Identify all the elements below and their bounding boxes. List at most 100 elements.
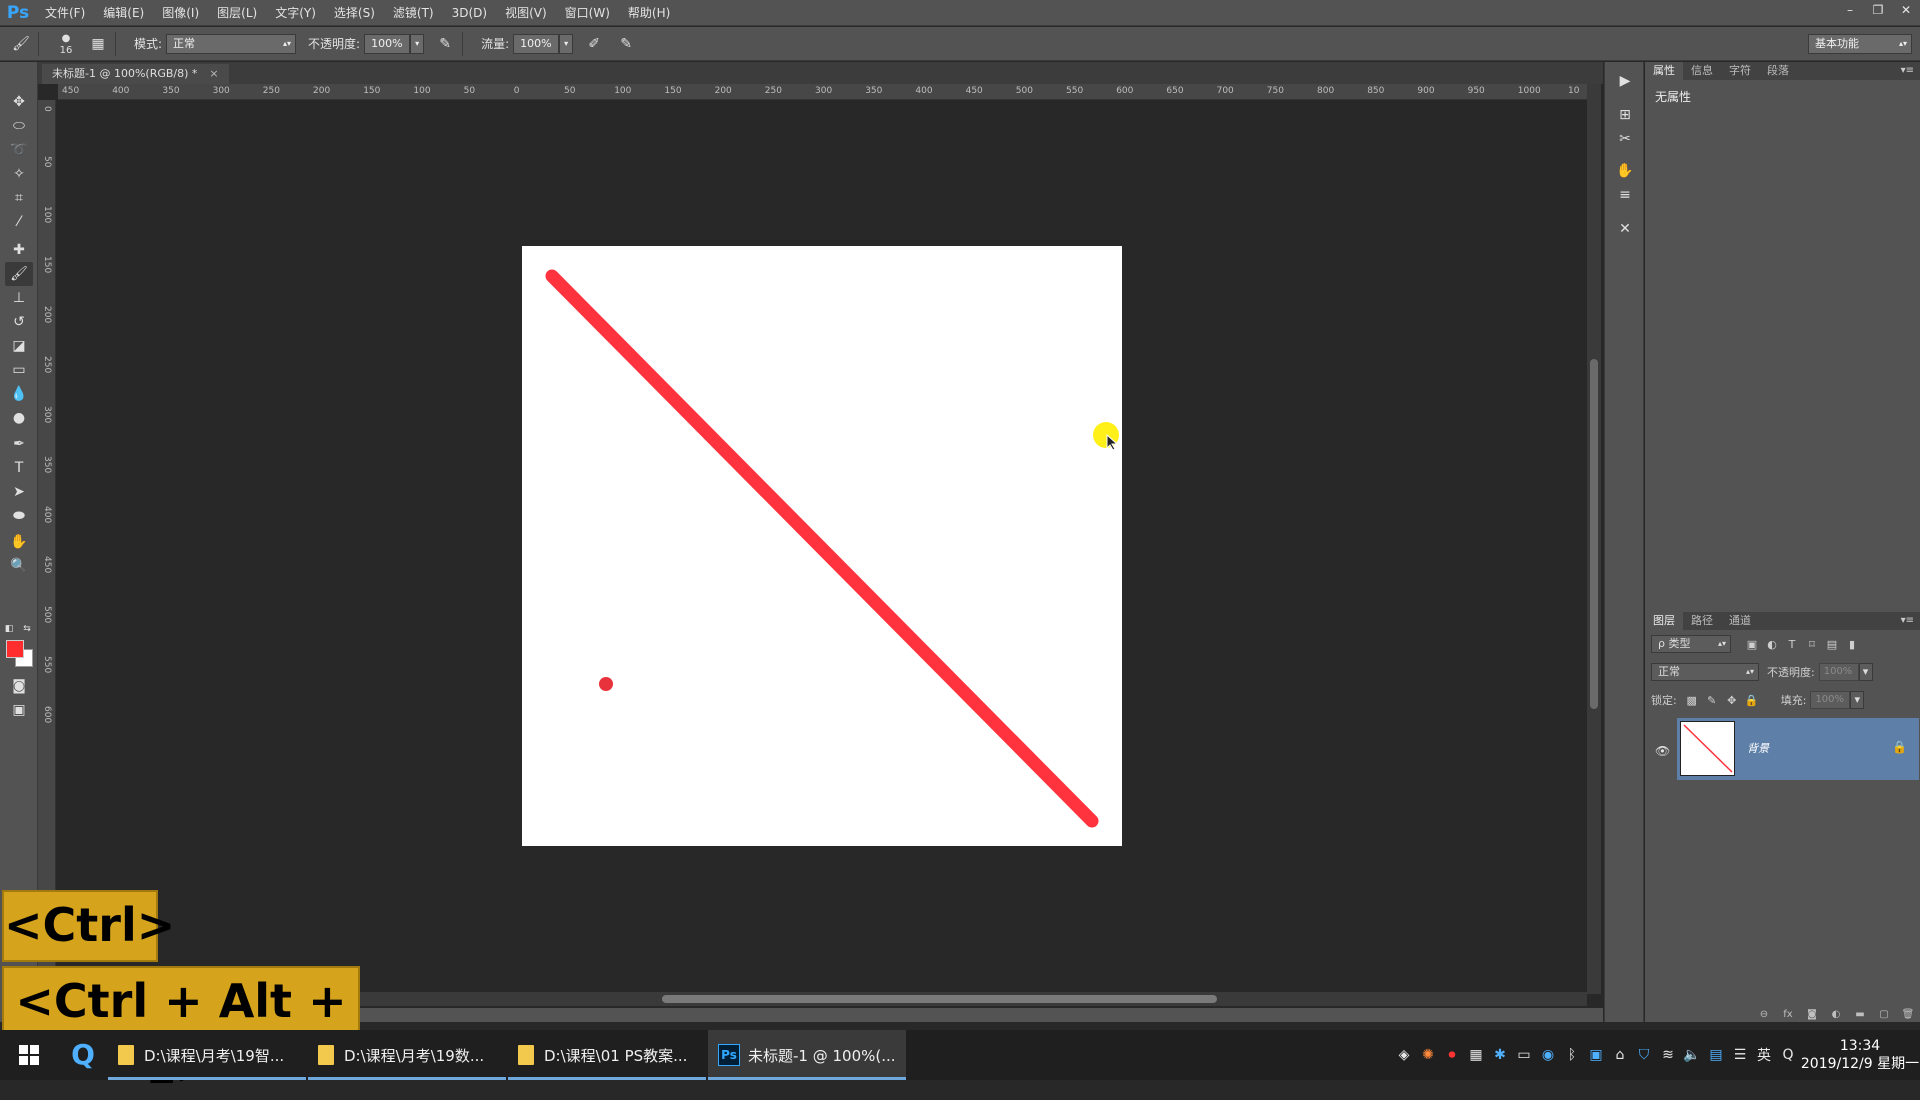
filter-toggle-icon[interactable]: ▮: [1843, 638, 1861, 651]
fill-input[interactable]: 100%: [1810, 691, 1851, 709]
smart-filter-icon[interactable]: ▤: [1823, 638, 1841, 651]
fill-dropdown[interactable]: ▾: [1850, 691, 1865, 709]
horizontal-scroll-thumb[interactable]: [662, 995, 1217, 1003]
trash-icon[interactable]: 🗑: [1896, 1009, 1920, 1020]
bluetooth-icon[interactable]: ᛒ: [1560, 1047, 1584, 1063]
menu-3d[interactable]: 3D(D): [443, 0, 496, 26]
hand-tool-icon[interactable]: ✋: [5, 530, 33, 554]
document-tab[interactable]: 未标题-1 @ 100%(RGB/8) * ×: [42, 64, 229, 84]
new-layer-icon[interactable]: ▢: [1872, 1009, 1896, 1020]
layer-opacity-input[interactable]: 100%: [1818, 663, 1859, 681]
tab-layers[interactable]: 图层: [1645, 612, 1683, 630]
close-icon[interactable]: ×: [209, 67, 218, 80]
layer-filter-select[interactable]: ρ 类型 ▴▾: [1651, 635, 1731, 653]
history-icon[interactable]: ⊞: [1613, 104, 1637, 126]
menu-edit[interactable]: 编辑(E): [94, 0, 153, 26]
volume-icon[interactable]: 🔈: [1680, 1047, 1704, 1063]
pen-tool-icon[interactable]: ✒: [5, 432, 33, 456]
chat-icon[interactable]: ◉: [1536, 1047, 1560, 1063]
brush-size-picker[interactable]: ● 16: [55, 33, 77, 56]
shape-filter-icon[interactable]: ⌑: [1803, 638, 1821, 651]
lock-transparent-icon[interactable]: ▩: [1683, 694, 1701, 707]
menu-type[interactable]: 文字(Y): [266, 0, 325, 26]
network-app-icon[interactable]: ▣: [1584, 1047, 1608, 1063]
pressure-opacity-icon[interactable]: ✎: [434, 33, 456, 55]
taskbar-item-folder-3[interactable]: D:\课程\01 PS教案...: [508, 1030, 706, 1080]
menu-select[interactable]: 选择(S): [325, 0, 384, 26]
ellipse-tool-icon[interactable]: ⬬: [5, 504, 33, 528]
start-button[interactable]: [0, 1030, 58, 1080]
marquee-tool-icon[interactable]: ⬭: [5, 114, 33, 138]
history-brush-tool-icon[interactable]: ↺: [5, 310, 33, 334]
tab-properties[interactable]: 属性: [1645, 62, 1683, 80]
tool-presets-icon[interactable]: ✕: [1613, 218, 1637, 240]
tag-icon[interactable]: ⌂: [1608, 1047, 1632, 1063]
gradient-tool-icon[interactable]: ▭: [5, 358, 33, 382]
eyedropper-tool-icon[interactable]: ⁄: [5, 210, 33, 234]
search-app-icon[interactable]: Q: [58, 1030, 108, 1080]
q-app-icon[interactable]: Q: [1776, 1047, 1800, 1063]
opacity-input[interactable]: 100%: [364, 33, 411, 54]
tab-character[interactable]: 字符: [1721, 62, 1759, 80]
flow-input[interactable]: 100%: [513, 33, 560, 54]
taskbar-item-folder-2[interactable]: D:\课程\月考\19数...: [308, 1030, 506, 1080]
shield-icon[interactable]: ⛉: [1632, 1047, 1656, 1063]
fx-icon[interactable]: fx: [1776, 1009, 1800, 1020]
airbrush-icon[interactable]: ✐: [583, 33, 605, 55]
play-icon[interactable]: ▶: [1613, 70, 1637, 92]
brush-presets-icon[interactable]: ✋: [1613, 160, 1637, 182]
path-select-tool-icon[interactable]: ➤: [5, 480, 33, 504]
minimize-button[interactable]: –: [1836, 0, 1864, 20]
wifi-icon[interactable]: ≋: [1656, 1047, 1680, 1063]
blend-mode-select[interactable]: 正常 ▴▾: [1651, 663, 1759, 681]
brush-preset-icon[interactable]: 🖌: [10, 33, 32, 55]
foreground-color-swatch[interactable]: [6, 640, 24, 658]
taskbar-item-folder-1[interactable]: D:\课程\月考\19智...: [108, 1030, 306, 1080]
vertical-scrollbar[interactable]: [1587, 84, 1601, 994]
tab-paths[interactable]: 路径: [1683, 612, 1721, 630]
menu-window[interactable]: 窗口(W): [556, 0, 619, 26]
mode-select[interactable]: 正常 ▴▾: [166, 33, 297, 54]
gear-flower-icon[interactable]: ✺: [1416, 1047, 1440, 1063]
menu-view[interactable]: 视图(V): [496, 0, 556, 26]
lock-all-icon[interactable]: 🔒: [1743, 694, 1761, 707]
move-tool-icon[interactable]: ✥: [5, 90, 33, 114]
menu-file[interactable]: 文件(F): [36, 0, 94, 26]
lock-pixels-icon[interactable]: ✎: [1703, 694, 1721, 707]
menu-help[interactable]: 帮助(H): [619, 0, 679, 26]
monitor-icon[interactable]: ▭: [1512, 1047, 1536, 1063]
record-icon[interactable]: ⏺: [1440, 1047, 1464, 1063]
adjustment-filter-icon[interactable]: ◐: [1763, 638, 1781, 651]
brush-panel-toggle-icon[interactable]: ▦: [87, 33, 109, 55]
3d-box-icon[interactable]: ◈: [1392, 1047, 1416, 1063]
adjustment-layer-icon[interactable]: ◐: [1824, 1009, 1848, 1020]
visibility-eye-icon[interactable]: 👁: [1655, 744, 1670, 758]
crop-tool-icon[interactable]: ⌗: [5, 186, 33, 210]
adjustments-icon[interactable]: ≡: [1613, 184, 1637, 206]
zoom-tool-icon[interactable]: 🔍: [5, 554, 33, 578]
tab-paragraph[interactable]: 段落: [1759, 62, 1797, 80]
workspace-select[interactable]: 基本功能 ▴▾: [1808, 34, 1912, 54]
panel-menu-icon[interactable]: ▾≡: [1901, 612, 1914, 630]
default-colors-icon[interactable]: ◧: [2, 622, 16, 636]
vertical-scroll-thumb[interactable]: [1590, 359, 1598, 709]
taskbar-item-photoshop[interactable]: Ps 未标题-1 @ 100%(...: [708, 1030, 906, 1080]
star-app-icon[interactable]: ✱: [1488, 1047, 1512, 1063]
menu-image[interactable]: 图像(I): [153, 0, 208, 26]
quick-mask-icon[interactable]: ◙: [5, 674, 33, 698]
lock-position-icon[interactable]: ✥: [1723, 694, 1741, 707]
dodge-tool-icon[interactable]: ●: [5, 406, 33, 430]
layer-row-background[interactable]: 背景 🔒: [1677, 718, 1919, 780]
close-button[interactable]: ✕: [1892, 0, 1920, 20]
eraser-tool-icon[interactable]: ◪: [5, 334, 33, 358]
flow-dropdown[interactable]: ▾: [559, 33, 574, 54]
notes-icon[interactable]: ☰: [1728, 1047, 1752, 1063]
pressure-size-icon[interactable]: ✎: [615, 33, 637, 55]
blur-tool-icon[interactable]: 💧: [5, 382, 33, 406]
actions-icon[interactable]: ✂: [1613, 128, 1637, 150]
opacity-dropdown[interactable]: ▾: [410, 33, 425, 54]
ime-indicator[interactable]: 英: [1752, 1045, 1776, 1065]
link-icon[interactable]: ⊖: [1752, 1009, 1776, 1020]
group-folder-icon[interactable]: ▬: [1848, 1009, 1872, 1020]
clock[interactable]: 13:34 2019/12/9 星期一: [1800, 1037, 1920, 1073]
